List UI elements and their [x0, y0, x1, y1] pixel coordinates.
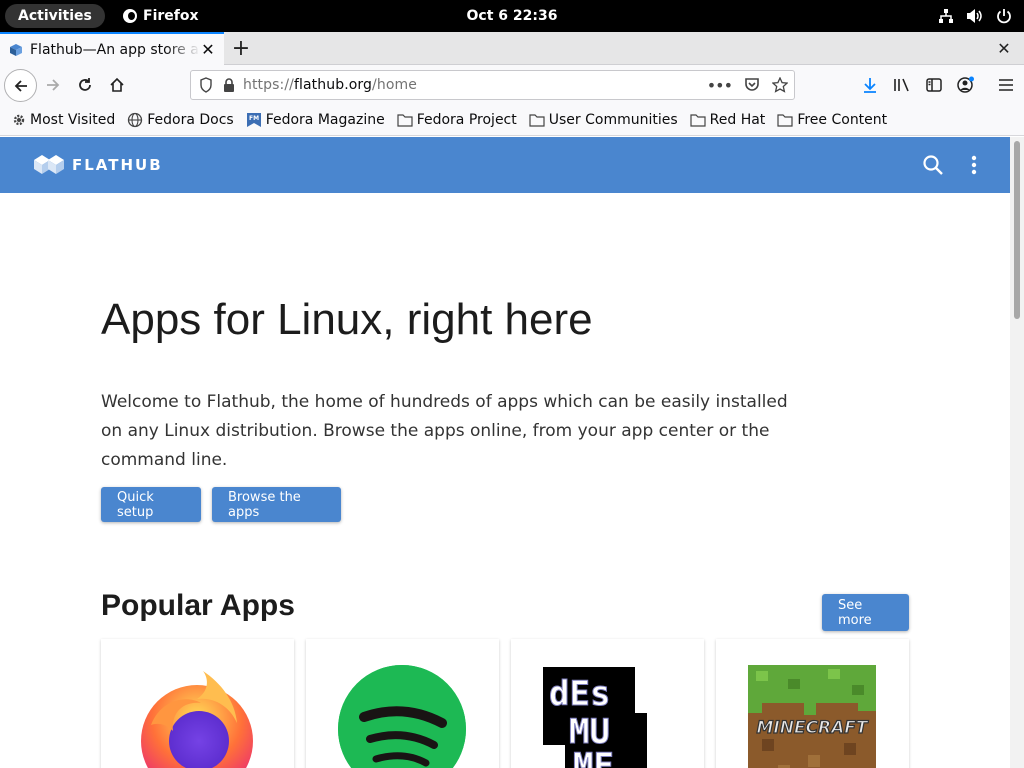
url-path: /home: [372, 77, 417, 93]
download-icon: [864, 78, 876, 93]
folder-icon: [397, 114, 413, 127]
url-scheme: https://: [243, 77, 294, 93]
account-icon: [957, 76, 974, 93]
url-actions: •••: [707, 71, 788, 99]
page-actions-icon[interactable]: •••: [707, 76, 733, 95]
home-button[interactable]: [102, 70, 132, 100]
quick-setup-button[interactable]: Quick setup: [101, 487, 201, 522]
arrow-left-icon: [14, 79, 27, 92]
bookmark-label: Most Visited: [30, 112, 116, 128]
url-text[interactable]: https://flathub.org/home: [243, 77, 417, 93]
app-card-spotify[interactable]: [306, 639, 499, 768]
page-content: FLATHUB Apps for Linux, right here Welco…: [0, 137, 1010, 768]
gnome-top-bar: Activities Firefox Oct 6 22:36: [0, 0, 1024, 32]
tab-title: Flathub—An app store and build service f…: [30, 41, 200, 58]
app-menu[interactable]: Firefox: [123, 0, 199, 32]
hero-title: Apps for Linux, right here: [101, 295, 593, 344]
bookmark-star-icon[interactable]: [772, 77, 788, 93]
tab-flathub[interactable]: Flathub—An app store and build service f…: [0, 32, 224, 65]
volume-icon: [967, 9, 982, 23]
flathub-logo[interactable]: FLATHUB: [32, 149, 163, 181]
bookmark-label: Fedora Magazine: [265, 112, 385, 128]
power-icon: [997, 9, 1011, 24]
firefox-icon: [123, 9, 137, 23]
downloads-button[interactable]: [854, 65, 886, 105]
sidebar-button[interactable]: [918, 65, 950, 105]
pocket-icon[interactable]: [744, 77, 760, 93]
hamburger-menu-icon: [999, 79, 1013, 91]
system-tray[interactable]: [938, 0, 1012, 32]
bookmark-free-content[interactable]: Free Content: [777, 112, 887, 128]
app-card-minecraft[interactable]: MINECRAFT: [716, 639, 909, 768]
svg-text:dEs: dEs: [549, 674, 610, 714]
url-bar[interactable]: https://flathub.org/home •••: [190, 70, 795, 100]
browse-apps-button[interactable]: Browse the apps: [212, 487, 341, 522]
bookmark-user-communities[interactable]: User Communities: [529, 112, 678, 128]
flathub-logo-icon: [34, 155, 64, 174]
library-button[interactable]: [886, 65, 918, 105]
reload-button[interactable]: [70, 70, 100, 100]
bookmark-red-hat[interactable]: Red Hat: [690, 112, 766, 128]
account-button[interactable]: [950, 65, 982, 105]
url-host: flathub.org: [293, 77, 373, 93]
bookmark-fedora-magazine[interactable]: FM Fedora Magazine: [246, 112, 385, 128]
folder-icon: [529, 114, 545, 127]
bookmark-fedora-docs[interactable]: Fedora Docs: [127, 112, 234, 128]
library-icon: [894, 78, 909, 92]
scrollbar-thumb[interactable]: [1014, 141, 1020, 319]
folder-icon: [777, 114, 793, 127]
page-scrollbar[interactable]: [1010, 137, 1024, 768]
navigation-toolbar: https://flathub.org/home •••: [0, 65, 1024, 105]
spotify-icon: [338, 665, 466, 768]
bookmark-label: Free Content: [797, 112, 888, 128]
bookmark-label: Red Hat: [709, 112, 766, 128]
search-icon[interactable]: [922, 154, 944, 176]
bookmarks-toolbar: Most Visited Fedora Docs FM Fedora Magaz…: [0, 105, 1024, 136]
minecraft-icon: MINECRAFT: [748, 665, 876, 768]
minecraft-logo-text: MINECRAFT: [756, 718, 868, 738]
activities-button[interactable]: Activities: [5, 4, 105, 28]
sidebar-icon: [926, 78, 942, 92]
app-card-firefox[interactable]: [101, 639, 294, 768]
forward-button[interactable]: [38, 70, 68, 100]
network-icon: [939, 9, 953, 23]
tab-close-icon[interactable]: ✕: [200, 40, 216, 59]
bookmark-label: User Communities: [548, 112, 678, 128]
bookmark-fedora-project[interactable]: Fedora Project: [397, 112, 517, 128]
fedora-magazine-icon: FM: [246, 113, 261, 127]
firefox-icon: [141, 671, 253, 768]
menu-button[interactable]: [990, 65, 1022, 105]
flathub-favicon-icon: [10, 43, 22, 56]
hero-description: Welcome to Flathub, the home of hundreds…: [101, 392, 788, 470]
reload-icon: [79, 78, 91, 91]
globe-icon: [128, 112, 143, 128]
desmume-icon: dEs MU ME: [543, 667, 647, 768]
folder-icon: [690, 114, 706, 127]
app-card-desmume[interactable]: dEs MU ME: [511, 639, 704, 768]
window-close-button[interactable]: ✕: [994, 38, 1014, 58]
popular-apps-heading: Popular Apps: [101, 589, 295, 622]
lock-icon[interactable]: [223, 78, 235, 92]
right-toolbar: [854, 65, 1024, 105]
more-options-icon[interactable]: [963, 154, 985, 176]
svg-text:ME: ME: [573, 746, 614, 768]
gear-icon: [13, 114, 25, 126]
bookmark-most-visited[interactable]: Most Visited: [12, 112, 115, 128]
shield-icon[interactable]: [199, 77, 213, 93]
svg-text:FM: FM: [249, 115, 259, 122]
back-button[interactable]: [4, 69, 37, 102]
bookmark-label: Fedora Project: [416, 112, 517, 128]
bookmark-label: Fedora Docs: [147, 112, 234, 128]
arrow-right-icon: [47, 79, 60, 91]
app-name: Firefox: [143, 8, 199, 24]
flathub-logo-text: FLATHUB: [72, 156, 163, 174]
home-icon: [110, 77, 124, 92]
new-tab-button[interactable]: +: [229, 36, 253, 61]
see-more-button[interactable]: See more: [822, 594, 909, 631]
tab-bar: Flathub—An app store and build service f…: [0, 32, 1024, 65]
flathub-header: FLATHUB: [0, 137, 1010, 193]
